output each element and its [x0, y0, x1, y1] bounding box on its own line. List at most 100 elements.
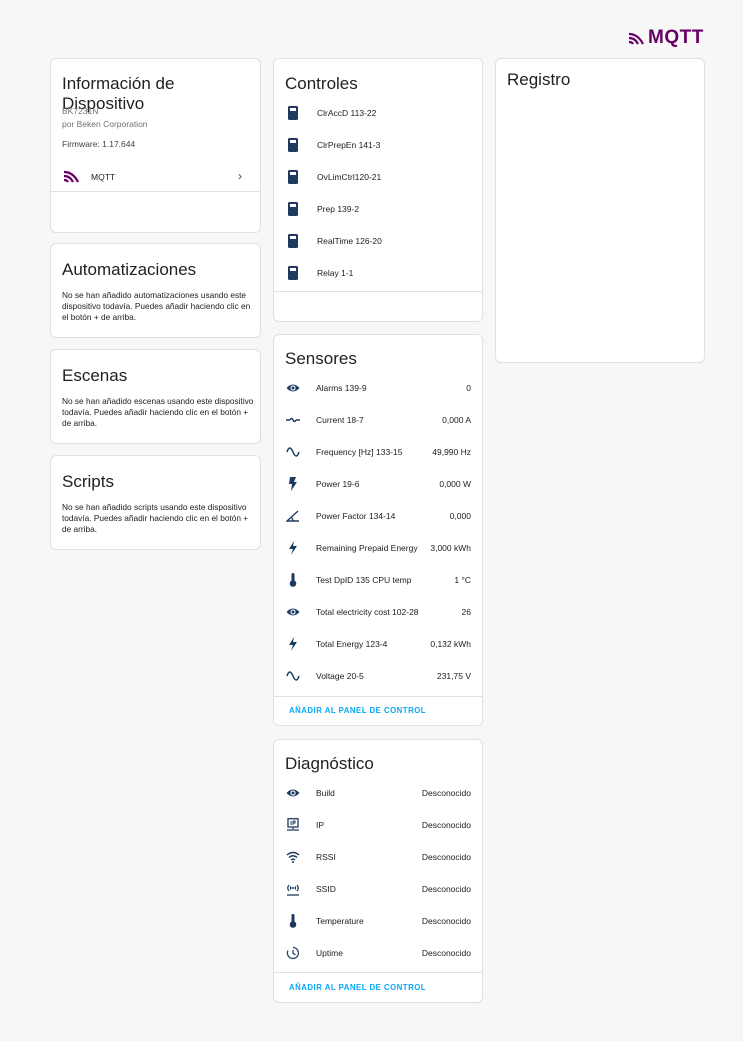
control-label: Prep 139-2 — [317, 204, 360, 214]
scripts-empty-text: No se han añadido scripts usando este di… — [62, 502, 249, 534]
eye-icon — [286, 605, 300, 619]
add-to-dashboard-button[interactable]: AÑADIR AL PANEL DE CONTROL — [289, 983, 426, 992]
control-row[interactable]: OvLimCtrl120-21 — [274, 161, 482, 193]
control-row[interactable]: ClrAccD 113-22 — [274, 97, 482, 129]
scripts-title: Scripts — [62, 472, 114, 491]
sensor-value: 0,132 kWh — [430, 639, 471, 649]
control-label: RealTime 126-20 — [317, 236, 382, 246]
sensor-value: 0 — [466, 383, 471, 393]
diagnostic-value: Desconocido — [421, 884, 471, 894]
automations-title: Automatizaciones — [62, 260, 197, 279]
thermometer-icon — [286, 573, 300, 587]
sensor-value: 26 — [461, 607, 471, 617]
controls-title: Controles — [285, 74, 358, 93]
scripts-card: Scripts No se han añadido scripts usando… — [50, 455, 261, 550]
sensor-value: 1 °C — [454, 575, 471, 585]
control-label: ClrAccD 113-22 — [317, 108, 377, 118]
control-row[interactable]: Prep 139-2 — [274, 193, 482, 225]
sensor-name: Remaining Prepaid Energy — [316, 543, 418, 553]
log-card: Registro — [495, 58, 705, 363]
mqtt-logo: MQTT — [628, 27, 704, 49]
switch-icon — [288, 138, 298, 152]
sensor-name: Total electricity cost 102-28 — [316, 607, 419, 617]
sensors-card: Sensores Alarms 139-9 0 Current 18-7 0,0… — [273, 334, 483, 726]
sensor-row[interactable]: Test DpID 135 CPU temp 1 °C — [274, 564, 482, 596]
sensor-row[interactable]: Remaining Prepaid Energy 3,000 kWh — [274, 532, 482, 564]
diagnostic-name: SSID — [316, 884, 336, 894]
diagnostic-value: Desconocido — [421, 820, 471, 830]
add-to-dashboard-button[interactable]: AÑADIR AL PANEL DE CONTROL — [289, 706, 426, 715]
sensor-name: Power 19-6 — [316, 479, 360, 489]
sensor-value: 3,000 kWh — [430, 543, 471, 553]
sensor-name: Voltage 20-5 — [316, 671, 364, 681]
sensor-row[interactable]: Current 18-7 0,000 A — [274, 404, 482, 436]
diagnostic-name: RSSI — [316, 852, 336, 862]
integration-label: MQTT — [91, 171, 116, 182]
switch-icon — [288, 234, 298, 248]
integration-link-mqtt[interactable]: MQTT › — [51, 162, 260, 192]
log-title: Registro — [507, 70, 571, 89]
control-label: OvLimCtrl120-21 — [317, 172, 382, 182]
scenes-title: Escenas — [62, 366, 128, 385]
sensor-name: Alarms 139-9 — [316, 383, 367, 393]
sensor-value: 49,990 Hz — [432, 447, 471, 457]
access-point-icon — [286, 882, 300, 896]
sensor-row[interactable]: Voltage 20-5 231,75 V — [274, 660, 482, 692]
diagnostic-row[interactable]: Build Desconocido — [274, 777, 482, 809]
diagnostic-row[interactable]: SSID Desconocido — [274, 873, 482, 905]
diagnostic-value: Desconocido — [421, 788, 471, 798]
control-label: ClrPrepEn 141-3 — [317, 140, 381, 150]
diagnostic-row[interactable]: Temperature Desconocido — [274, 905, 482, 937]
diagnostic-row[interactable]: Uptime Desconocido — [274, 937, 482, 969]
clock-icon — [286, 946, 300, 960]
scenes-card: Escenas No se han añadido escenas usando… — [50, 349, 261, 444]
device-model: BK7231N — [62, 106, 99, 116]
mqtt-integration-icon — [63, 170, 79, 183]
sensor-value: 0,000 W — [439, 479, 471, 489]
current-icon — [286, 413, 300, 427]
sensor-value: 231,75 V — [436, 671, 471, 681]
ip-network-icon — [286, 818, 300, 832]
angle-icon — [286, 509, 300, 523]
scenes-empty-text: No se han añadido escenas usando este di… — [62, 396, 254, 428]
diagnostic-name: Build — [316, 788, 335, 798]
diagnostic-value: Desconocido — [421, 948, 471, 958]
diagnostics-title: Diagnóstico — [285, 754, 374, 773]
control-row[interactable]: Relay 1-1 — [274, 257, 482, 289]
sine-wave-icon — [286, 669, 300, 683]
switch-icon — [288, 266, 298, 280]
sensor-row[interactable]: Alarms 139-9 0 — [274, 372, 482, 404]
switch-icon — [288, 202, 298, 216]
diagnostic-name: IP — [316, 820, 325, 830]
lightning-icon — [286, 541, 300, 555]
sensor-name: Current 18-7 — [316, 415, 364, 425]
diagnostic-row[interactable]: RSSI Desconocido — [274, 841, 482, 873]
card-divider — [274, 696, 482, 697]
diagnostic-value: Desconocido — [421, 916, 471, 926]
eye-icon — [286, 381, 300, 395]
sensor-row[interactable]: Frequency [Hz] 133-15 49,990 Hz — [274, 436, 482, 468]
wifi-icon — [286, 850, 300, 864]
control-row[interactable]: RealTime 126-20 — [274, 225, 482, 257]
sensor-value: 0,000 A — [442, 415, 471, 425]
diagnostics-card: Diagnóstico Build Desconocido IP Descono… — [273, 739, 483, 1003]
eye-icon — [286, 786, 300, 800]
device-info-card: Información de Dispositivo BK7231N por B… — [50, 58, 261, 233]
sensor-name: Frequency [Hz] 133-15 — [316, 447, 403, 457]
sensor-row[interactable]: Power Factor 134-14 0,000 — [274, 500, 482, 532]
chevron-right-icon: › — [238, 169, 242, 183]
sensor-row[interactable]: Power 19-6 0,000 W — [274, 468, 482, 500]
sensor-row[interactable]: Total Energy 123-4 0,132 kWh — [274, 628, 482, 660]
diagnostic-row[interactable]: IP Desconocido — [274, 809, 482, 841]
sensor-value: 0,000 — [449, 511, 471, 521]
flash-icon — [286, 477, 300, 491]
diagnostic-value: Desconocido — [421, 852, 471, 862]
card-divider — [274, 291, 482, 292]
control-row[interactable]: ClrPrepEn 141-3 — [274, 129, 482, 161]
switch-icon — [288, 106, 298, 120]
controls-card: Controles ClrAccD 113-22 ClrPrepEn 141-3… — [273, 58, 483, 322]
control-label: Relay 1-1 — [317, 268, 354, 278]
sensor-name: Test DpID 135 CPU temp — [316, 575, 412, 585]
sensor-row[interactable]: Total electricity cost 102-28 26 — [274, 596, 482, 628]
device-manufacturer: por Beken Corporation — [62, 119, 148, 129]
